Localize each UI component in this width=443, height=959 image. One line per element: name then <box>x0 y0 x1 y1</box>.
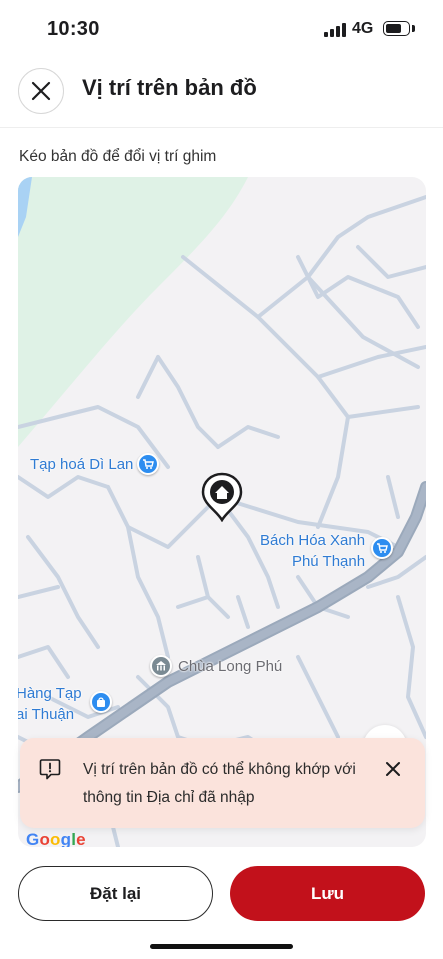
save-button[interactable]: Lưu <box>230 866 425 921</box>
warning-toast: Vị trí trên bản đồ có thể không khớp với… <box>20 738 425 828</box>
home-pin-icon[interactable] <box>201 472 243 522</box>
poi-label-line2: Phú Thạnh <box>291 553 366 570</box>
map-instruction: Kéo bản đồ để đổi vị trí ghim <box>19 148 217 165</box>
status-bar: 10:30 4G <box>0 0 443 58</box>
close-button[interactable] <box>18 68 64 114</box>
status-time: 10:30 <box>47 18 100 40</box>
page-title: Vị trí trên bản đồ <box>82 75 257 100</box>
signal-icon <box>324 23 346 37</box>
cart-icon <box>137 453 160 475</box>
cart-icon <box>371 537 394 559</box>
poi-label: Chùa Long Phú <box>178 657 283 675</box>
google-attribution: Google <box>26 830 86 847</box>
poi-label: Tạp hoá Dì Lan <box>30 455 134 473</box>
shopping-bag-icon <box>89 691 112 713</box>
battery-cap <box>412 25 415 32</box>
poi-label-line2: ai Thuận <box>18 706 75 723</box>
network-type: 4G <box>352 20 374 37</box>
poi-tap-hoa-di-lan[interactable]: Tạp hoá Dì Lan <box>30 453 160 475</box>
temple-icon <box>150 655 172 677</box>
poi-hang-tap-ai-thuan[interactable]: Hàng Tạp ai Thuận <box>18 683 112 725</box>
poi-bach-hoa-xanh[interactable]: Bách Hóa Xanh Phú Thạnh <box>260 530 394 572</box>
warning-icon <box>39 759 61 780</box>
header: Vị trí trên bản đồ <box>0 58 443 128</box>
battery-icon <box>383 21 410 36</box>
warning-text: Vị trí trên bản đồ có thể không khớp với… <box>83 761 356 806</box>
poi-label-line1: Bách Hóa Xanh <box>260 532 366 549</box>
poi-chua-long-phu[interactable]: Chùa Long Phú <box>150 655 282 677</box>
home-indicator <box>150 944 293 949</box>
poi-label-line1: Hàng Tạp <box>18 685 82 702</box>
reset-button[interactable]: Đặt lại <box>18 866 213 921</box>
close-icon <box>31 81 51 101</box>
close-icon[interactable] <box>384 760 402 778</box>
bottom-action-bar: Đặt lại Lưu <box>0 848 443 959</box>
